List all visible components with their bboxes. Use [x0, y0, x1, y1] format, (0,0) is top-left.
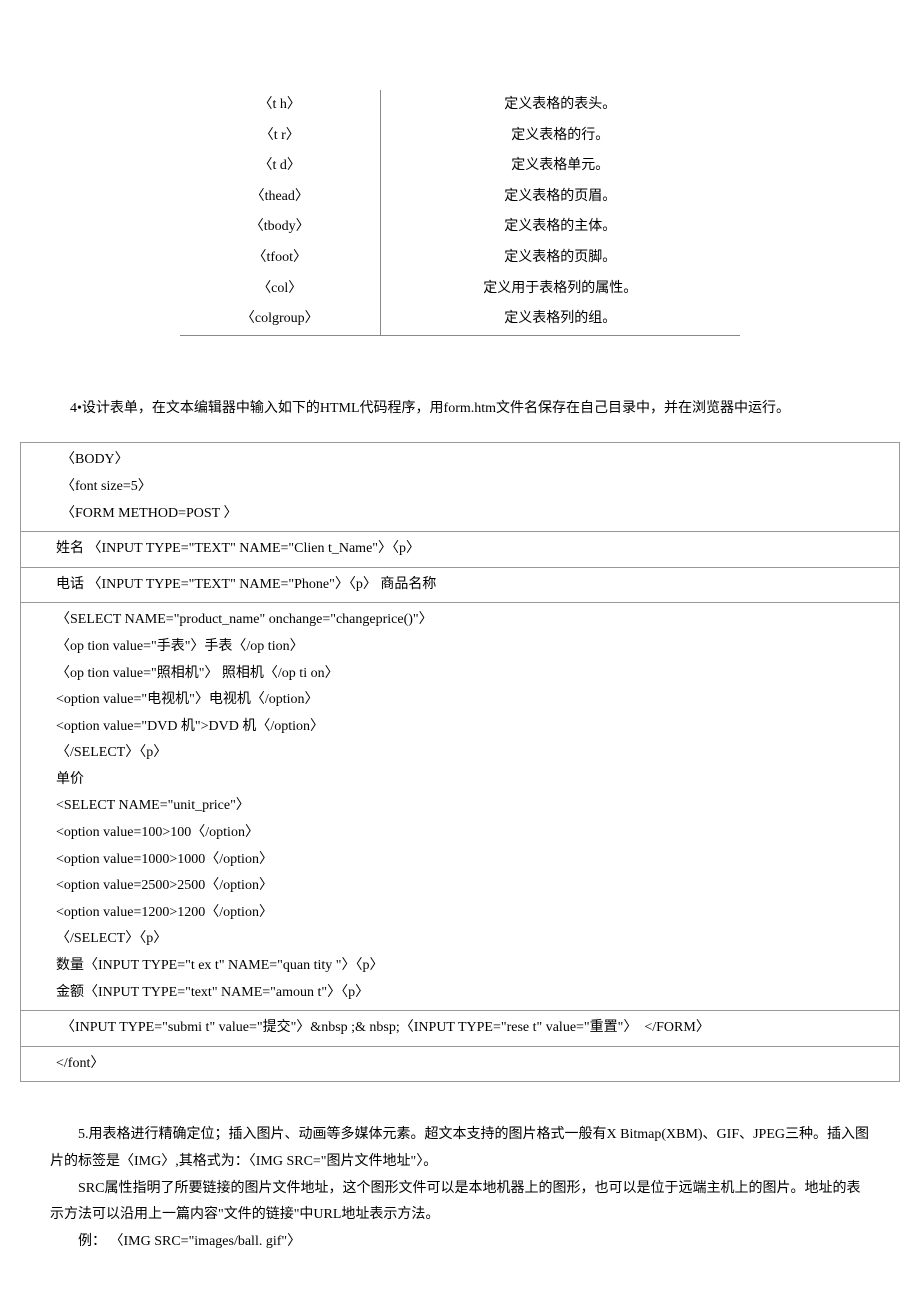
table-row: 〈col〉定义用于表格列的属性。: [180, 274, 740, 305]
desc-cell: 定义表格单元。: [380, 151, 740, 182]
table-row: 〈t r〉定义表格的行。: [180, 121, 740, 152]
desc-cell: 定义表格的页眉。: [380, 182, 740, 213]
para5-line1: 5.用表格进行精确定位；插入图片、动画等多媒体元素。超文本支持的图片格式一般有X…: [50, 1122, 870, 1175]
section4-intro: 4•设计表单，在文本编辑器中输入如下的HTML代码程序，用form.htm文件名…: [70, 396, 870, 423]
desc-cell: 定义表格的表头。: [380, 90, 740, 121]
tag-cell: 〈t d〉: [180, 151, 380, 182]
table-row: 〈t d〉定义表格单元。: [180, 151, 740, 182]
code-seg-1: 〈BODY〉 〈font size=5〉 〈FORM METHOD=POST 〉: [21, 443, 899, 532]
desc-cell: 定义用于表格列的属性。: [380, 274, 740, 305]
para5-line2: SRC属性指明了所要链接的图片文件地址，这个图形文件可以是本地机器上的图形，也可…: [50, 1176, 870, 1229]
code-listing: 〈BODY〉 〈font size=5〉 〈FORM METHOD=POST 〉…: [20, 442, 900, 1082]
tag-cell: 〈thead〉: [180, 182, 380, 213]
desc-cell: 定义表格的行。: [380, 121, 740, 152]
section5-block: 5.用表格进行精确定位；插入图片、动画等多媒体元素。超文本支持的图片格式一般有X…: [50, 1122, 870, 1255]
table-row: 〈thead〉定义表格的页眉。: [180, 182, 740, 213]
html-tags-table: 〈t h〉定义表格的表头。〈t r〉定义表格的行。〈t d〉定义表格单元。〈th…: [180, 90, 740, 336]
tag-cell: 〈t h〉: [180, 90, 380, 121]
table-row: 〈t h〉定义表格的表头。: [180, 90, 740, 121]
table-row: 〈colgroup〉定义表格列的组。: [180, 304, 740, 335]
code-seg-3: 电话 〈INPUT TYPE="TEXT" NAME="Phone"〉〈p〉 商…: [21, 568, 899, 604]
desc-cell: 定义表格的主体。: [380, 212, 740, 243]
tag-cell: 〈t r〉: [180, 121, 380, 152]
code-seg-2: 姓名 〈INPUT TYPE="TEXT" NAME="Clien t_Name…: [21, 532, 899, 568]
code-seg-6: </font〉: [21, 1047, 899, 1082]
desc-cell: 定义表格列的组。: [380, 304, 740, 335]
table-row: 〈tbody〉定义表格的主体。: [180, 212, 740, 243]
desc-cell: 定义表格的页脚。: [380, 243, 740, 274]
para5-line3: 例： 〈IMG SRC="images/ball. gif"〉: [50, 1229, 870, 1256]
tag-cell: 〈tbody〉: [180, 212, 380, 243]
tag-cell: 〈colgroup〉: [180, 304, 380, 335]
table-row: 〈tfoot〉定义表格的页脚。: [180, 243, 740, 274]
code-seg-5: 〈INPUT TYPE="submi t" value="提交"〉&nbsp ;…: [21, 1011, 899, 1047]
code-seg-4: 〈SELECT NAME="product_name" onchange="ch…: [21, 603, 899, 1011]
tag-cell: 〈col〉: [180, 274, 380, 305]
tag-cell: 〈tfoot〉: [180, 243, 380, 274]
